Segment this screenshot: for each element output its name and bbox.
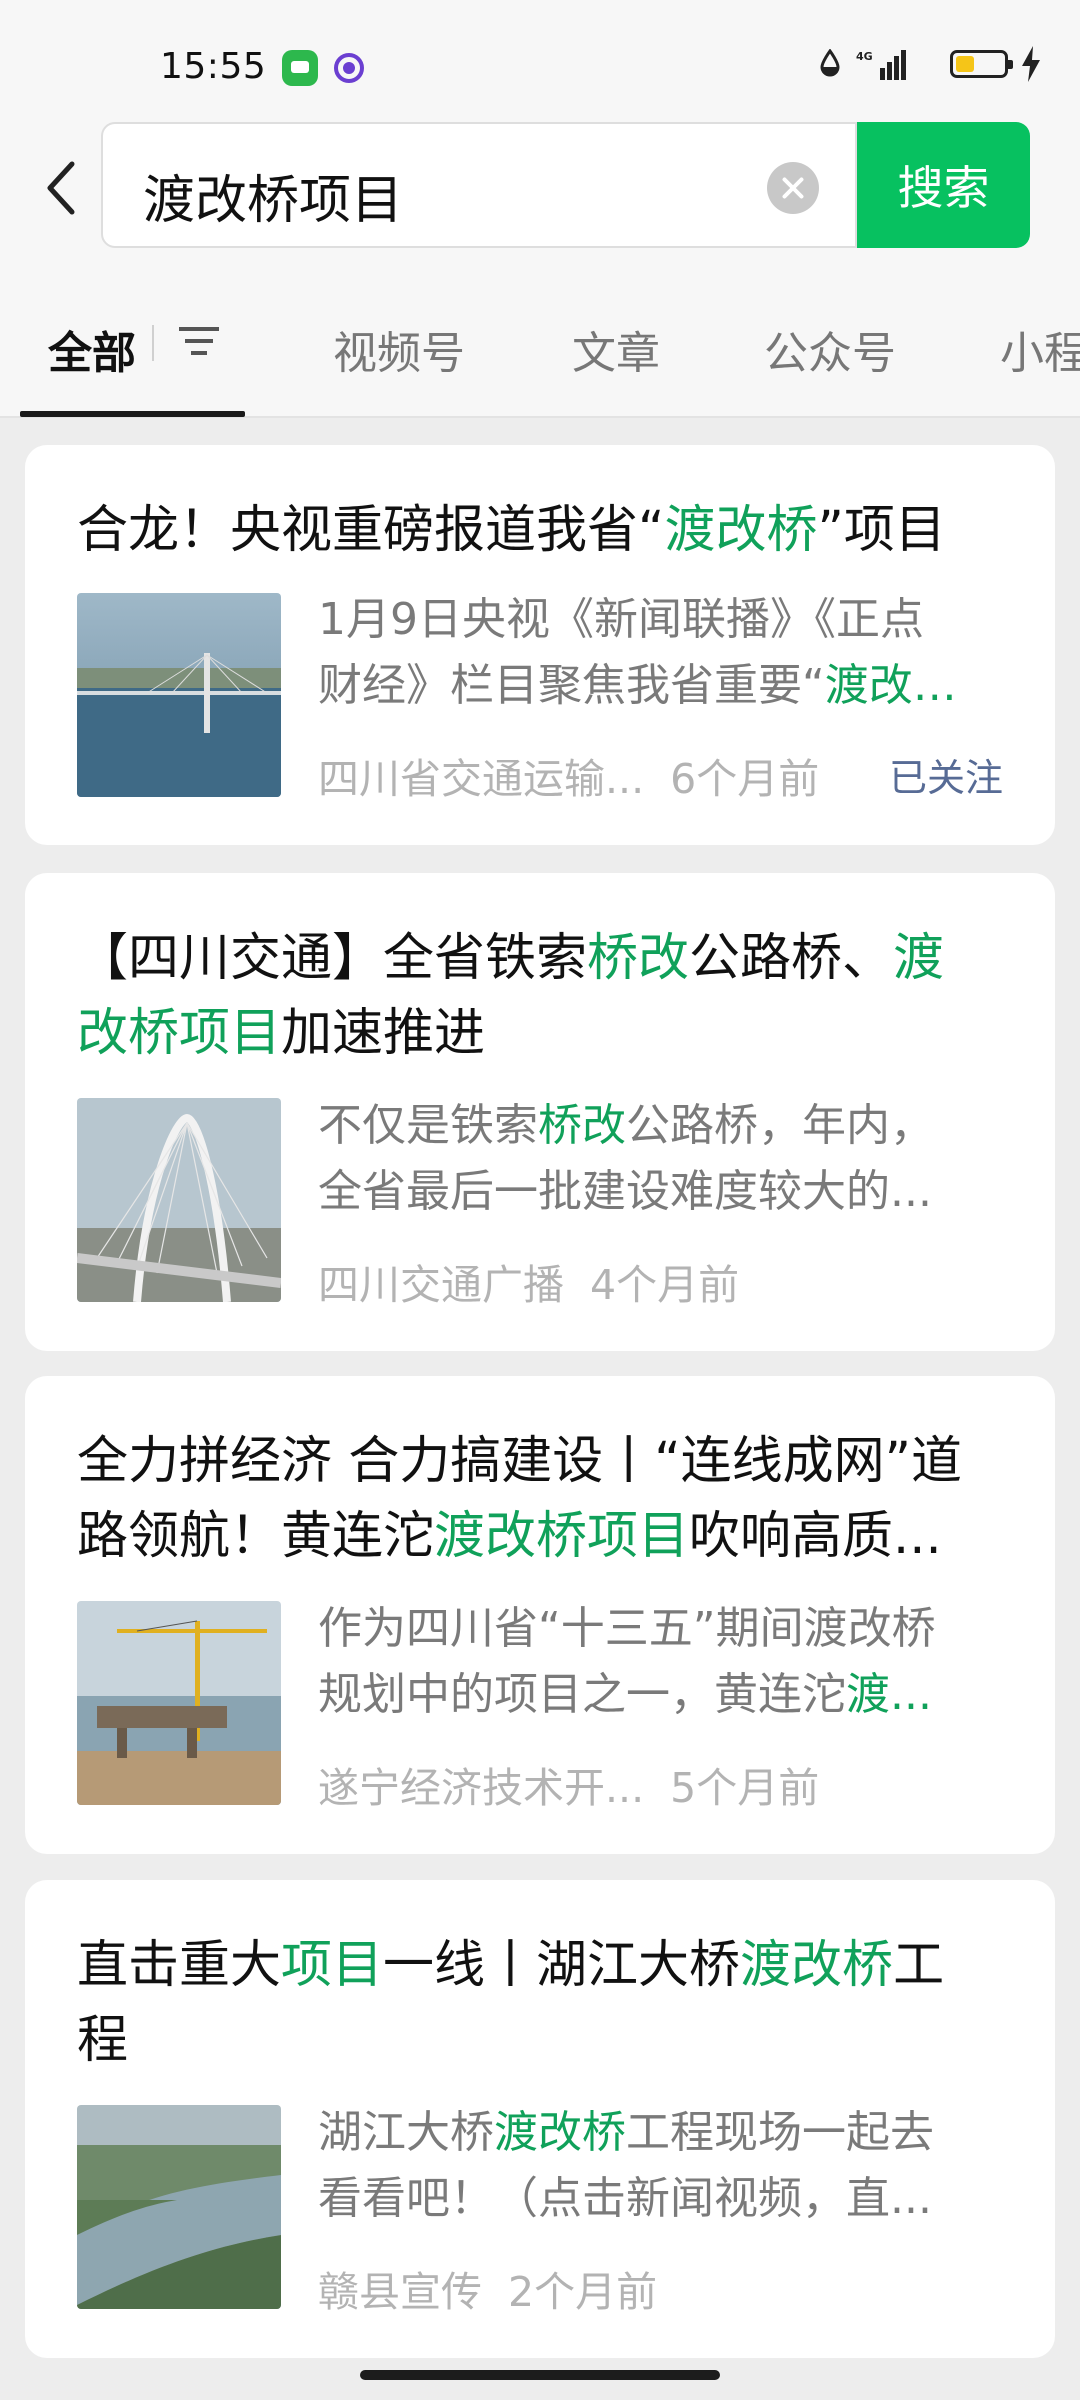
title-text: 【四川交通】全省铁索 — [77, 929, 588, 988]
desc-highlight: 桥改 — [538, 1100, 626, 1151]
tab-mini-programs[interactable]: 小程 — [1000, 317, 1080, 381]
thumbnail-bridge-river — [77, 593, 281, 797]
desc-highlight: 渡改桥 — [494, 2107, 626, 2158]
filter-icon[interactable] — [177, 321, 221, 361]
result-time: 4个月前 — [590, 1261, 740, 1309]
title-highlight: 渡改桥项目 — [434, 1507, 690, 1566]
result-meta: 遂宁经济技术开... 5个月前 — [318, 1754, 819, 1814]
app-notification-icon — [334, 53, 364, 83]
title-text: ”项目 — [817, 501, 946, 560]
thumbnail-construction-crane — [77, 1601, 281, 1805]
data-saver-icon — [820, 49, 840, 77]
search-query: 渡改桥项目 — [143, 171, 404, 231]
result-description: 作为四川省“十三五”期间渡改桥 规划中的项目之一，黄连沱渡... — [318, 1596, 1018, 1728]
status-time: 15:55 — [160, 46, 267, 87]
home-indicator[interactable] — [360, 2370, 720, 2380]
tab-bar: 全部 视频号 文章 公众号 小程 — [0, 255, 1080, 418]
desc-line: 1月9日央视《新闻联播》《正点 — [318, 594, 924, 645]
title-text: 工 — [893, 1936, 945, 1995]
battery-icon — [950, 50, 1013, 78]
search-header: 渡改桥项目 搜索 — [0, 120, 1080, 255]
search-button[interactable]: 搜索 — [857, 122, 1030, 248]
clear-icon[interactable] — [767, 162, 819, 214]
charging-icon — [1022, 46, 1040, 82]
result-time: 5个月前 — [670, 1764, 820, 1812]
result-card[interactable]: 合龙！央视重磅报道我省“渡改桥”项目 1月9日央视《新闻联播》《正点 财经》栏目… — [25, 445, 1055, 845]
desc-line: 全省最后一批建设难度较大的... — [318, 1166, 932, 1217]
thumbnail-river-valley — [77, 2105, 281, 2309]
tab-divider — [152, 325, 154, 361]
title-text: 一线丨湖江大桥 — [383, 1936, 741, 1995]
result-title: 直击重大项目一线丨湖江大桥渡改桥工程 — [77, 1928, 1027, 2078]
result-meta: 四川交通广播 4个月前 — [318, 1251, 739, 1311]
desc-line: 看看吧！（点击新闻视频，直... — [318, 2173, 932, 2224]
result-time: 2个月前 — [508, 2268, 658, 2316]
title-highlight: 项目 — [281, 1936, 384, 1995]
result-meta: 赣县宣传 2个月前 — [318, 2258, 657, 2318]
result-description: 1月9日央视《新闻联播》《正点 财经》栏目聚焦我省重要“渡改… — [318, 587, 1018, 719]
status-icons: 4G — [786, 44, 1046, 84]
title-text: 全力拼经济 合力搞建设丨“连线成网”道 — [77, 1432, 963, 1491]
result-meta: 四川省交通运输... 6个月前 — [318, 745, 819, 805]
result-card[interactable]: 全力拼经济 合力搞建设丨“连线成网”道 路领航！黄连沱渡改桥项目吹响高质... 作… — [25, 1376, 1055, 1854]
title-text: 加速推进 — [281, 1004, 486, 1063]
title-highlight: 改桥项目 — [77, 1004, 282, 1063]
status-bar: 15:55 4G — [0, 0, 1080, 120]
result-title: 全力拼经济 合力搞建设丨“连线成网”道 路领航！黄连沱渡改桥项目吹响高质... — [77, 1424, 1027, 1574]
result-card[interactable]: 直击重大项目一线丨湖江大桥渡改桥工程 湖江大桥渡改桥工程现场一起去 看看吧！（点… — [25, 1880, 1055, 2358]
result-description: 湖江大桥渡改桥工程现场一起去 看看吧！（点击新闻视频，直... — [318, 2100, 1018, 2232]
result-title: 合龙！央视重磅报道我省“渡改桥”项目 — [77, 493, 1027, 568]
result-source: 四川交通广播 — [318, 1261, 564, 1309]
result-time: 6个月前 — [670, 755, 820, 803]
result-card[interactable]: 【四川交通】全省铁索桥改公路桥、渡 改桥项目加速推进 不仅是铁索桥改公路桥，年内，… — [25, 873, 1055, 1351]
result-source: 遂宁经济技术开... — [318, 1764, 645, 1812]
tab-active-indicator — [20, 411, 245, 417]
title-text: 公路桥、 — [689, 929, 894, 988]
title-highlight: 渡改桥 — [664, 501, 818, 560]
title-highlight: 渡改桥 — [740, 1936, 894, 1995]
title-highlight: 渡 — [893, 929, 945, 988]
title-highlight: 桥改 — [587, 929, 690, 988]
tab-official-accounts[interactable]: 公众号 — [764, 317, 896, 381]
desc-text: 规划中的项目之一，黄连沱 — [318, 1669, 846, 1720]
desc-text: 不仅是铁索 — [318, 1100, 538, 1151]
desc-highlight: 渡改… — [824, 660, 957, 711]
tab-channels[interactable]: 视频号 — [333, 317, 465, 381]
desc-text: 工程现场一起去 — [626, 2107, 934, 2158]
result-description: 不仅是铁索桥改公路桥，年内， 全省最后一批建设难度较大的... — [318, 1093, 1018, 1225]
title-text: 程 — [77, 2011, 129, 2070]
title-text: 合龙！央视重磅报道我省“ — [77, 501, 665, 560]
desc-highlight: 渡... — [846, 1669, 932, 1720]
result-title: 【四川交通】全省铁索桥改公路桥、渡改桥项目加速推进 — [77, 921, 1027, 1071]
result-source: 赣县宣传 — [318, 2268, 482, 2316]
desc-text: 湖江大桥 — [318, 2107, 494, 2158]
desc-line: 作为四川省“十三五”期间渡改桥 — [318, 1603, 936, 1654]
result-source: 四川省交通运输... — [318, 755, 645, 803]
signal-icon: 4G — [856, 50, 906, 80]
title-text: 路领航！黄连沱 — [77, 1507, 435, 1566]
tab-articles[interactable]: 文章 — [572, 317, 660, 381]
back-icon[interactable] — [42, 160, 82, 216]
thumbnail-arch-bridge — [77, 1098, 281, 1302]
title-text: 吹响高质... — [689, 1507, 942, 1566]
desc-text: 财经》栏目聚焦我省重要“ — [318, 660, 825, 711]
followed-badge[interactable]: 已关注 — [889, 747, 1003, 802]
wechat-notification-icon — [282, 50, 318, 86]
tab-all[interactable]: 全部 — [48, 317, 136, 381]
desc-text: 公路桥，年内， — [626, 1100, 934, 1151]
title-text: 直击重大 — [77, 1936, 282, 1995]
svg-text:4G: 4G — [856, 50, 873, 63]
search-input[interactable]: 渡改桥项目 — [101, 122, 857, 248]
